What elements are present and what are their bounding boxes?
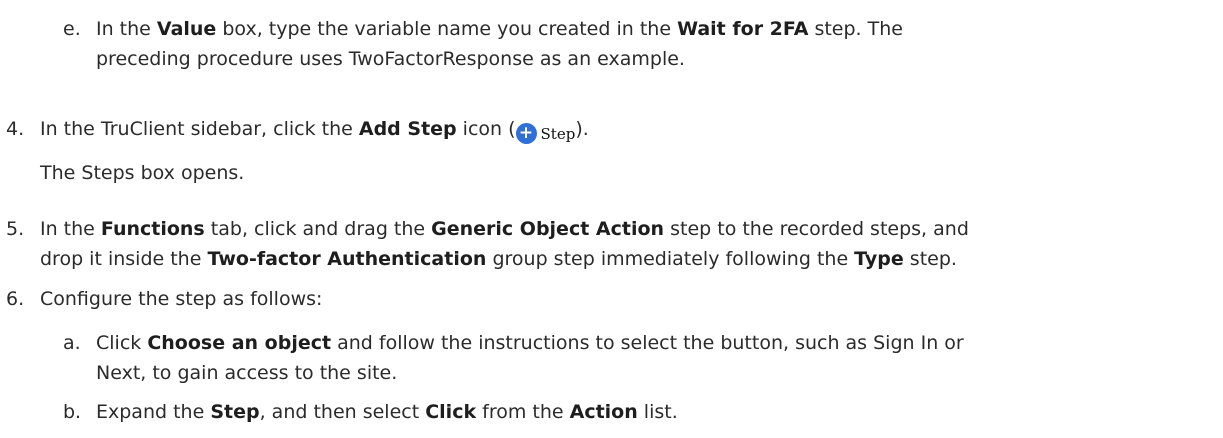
ui-term-two-factor-authentication: Two-factor Authentication [207,248,487,270]
step-text: In the Functions tab, click and drag the… [40,214,1215,274]
ui-term-action: Action [569,401,638,423]
ui-term-value: Value [156,18,217,40]
step-text: Configure the step as follows: [40,288,323,310]
step-5-line1: In the Functions tab, click and drag the… [40,218,969,240]
substep-a-line2: Next, to gain access to the site. [96,362,398,384]
substep-marker: b. [63,401,82,423]
plus-circle-icon: + [515,123,537,144]
step-marker: 4. [6,118,25,140]
substep-marker: e. [63,18,81,40]
substep-e-line1: In the Value box, type the variable name… [96,18,903,40]
step-marker: 5. [6,218,25,240]
add-step-icon-label: Step [540,124,576,143]
document-page: e. In the Value box, type the variable n… [0,0,1223,438]
substep-text: Click Choose an object and follow the in… [96,328,1215,388]
add-step-icon: + Step [515,119,576,149]
ui-term-wait-for-2fa: Wait for 2FA [677,18,809,40]
substep-a-line1: Click Choose an object and follow the in… [96,332,964,354]
ui-term-step: Step [210,401,260,423]
step-4-line1: In the TruClient sidebar, click the Add … [40,114,1215,149]
ui-term-generic-object-action: Generic Object Action [431,218,665,240]
substep-text: In the Value box, type the variable name… [96,14,1215,74]
ui-term-functions: Functions [100,218,205,240]
step-5-line2: drop it inside the Two-factor Authentica… [40,248,957,270]
substep-marker: a. [63,332,81,354]
ui-term-type: Type [854,248,904,270]
ui-term-click: Click [425,401,477,423]
substep-text: Expand the Step, and then select Click f… [96,397,1215,427]
substep-e-line2: preceding procedure uses TwoFactorRespon… [96,48,685,70]
substep-b-line1: Expand the Step, and then select Click f… [96,401,678,423]
step-text: In the TruClient sidebar, click the Add … [40,114,1215,188]
step-marker: 6. [6,288,25,310]
step-4-line2: The Steps box opens. [40,161,245,184]
ui-term-add-step: Add Step [358,118,457,140]
ui-term-choose-an-object: Choose an object [147,332,332,354]
